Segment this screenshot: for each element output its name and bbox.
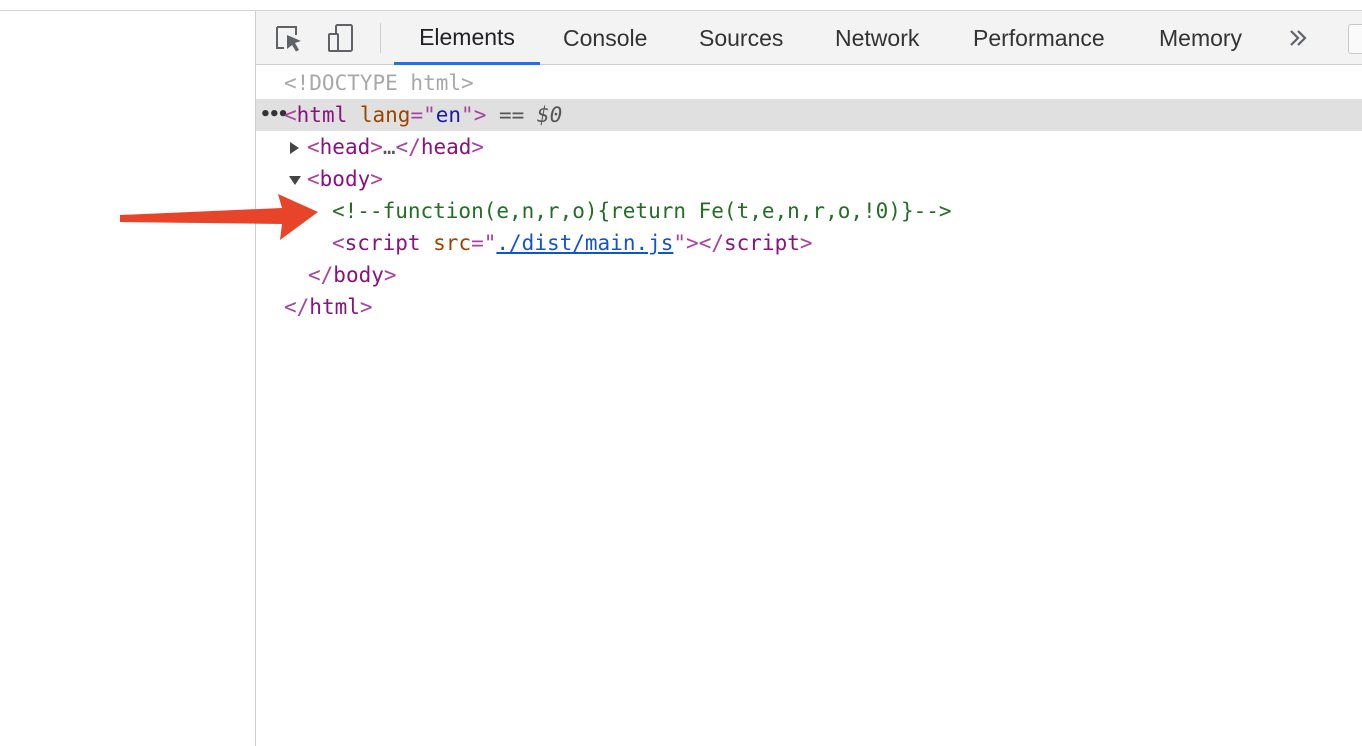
more-tabs-icon[interactable] [1286,25,1312,51]
dom-tree: <!DOCTYPE html> ••• <html lang="en"> == $… [256,66,1362,746]
html-close-tag: </html> [284,295,373,319]
tab-memory[interactable]: Memory [1159,11,1242,65]
script-tag: <script src="./dist/main.js"></script> [332,231,813,255]
script-src-link[interactable]: ./dist/main.js [496,231,673,255]
html-node[interactable]: ••• <html lang="en"> == $0 [256,99,1362,131]
comment-node[interactable]: <!--function(e,n,r,o){return Fe(t,e,n,r,… [256,195,1362,227]
body-close-node[interactable]: </body> [256,259,1362,291]
body-close-tag: </body> [308,263,397,287]
head-tag: <head>…</head> [307,135,485,159]
tab-performance[interactable]: Performance [973,11,1105,65]
devtools-toolbar: Elements Console Sources Network Perform… [256,11,1362,65]
node-actions-icon[interactable]: ••• [260,99,288,131]
html-close-node[interactable]: </html> [256,291,1362,323]
device-toolbar-icon[interactable] [324,23,358,55]
tab-sources[interactable]: Sources [699,11,783,65]
expand-triangle-icon[interactable] [290,142,299,154]
body-open-tag: <body> [307,167,383,191]
devtools-panel: Elements Console Sources Network Perform… [256,11,1362,746]
inspect-element-icon[interactable] [272,23,306,55]
tab-elements[interactable]: Elements [394,11,540,65]
page-viewport [0,11,255,746]
toolbar-separator [380,23,381,53]
head-node[interactable]: <head>…</head> [256,131,1362,163]
tab-network[interactable]: Network [835,11,919,65]
collapse-triangle-icon[interactable] [289,176,301,185]
doctype-node[interactable]: <!DOCTYPE html> [256,67,1362,99]
script-node[interactable]: <script src="./dist/main.js"></script> [256,227,1362,259]
doctype-text: <!DOCTYPE html> [284,71,474,95]
body-node[interactable]: <body> [256,163,1362,195]
panel-settings-stub[interactable] [1348,24,1362,54]
comment-text: <!--function(e,n,r,o){return Fe(t,e,n,r,… [332,199,952,223]
tab-console[interactable]: Console [563,11,647,65]
html-open-tag: <html lang="en"> == $0 [284,103,563,127]
